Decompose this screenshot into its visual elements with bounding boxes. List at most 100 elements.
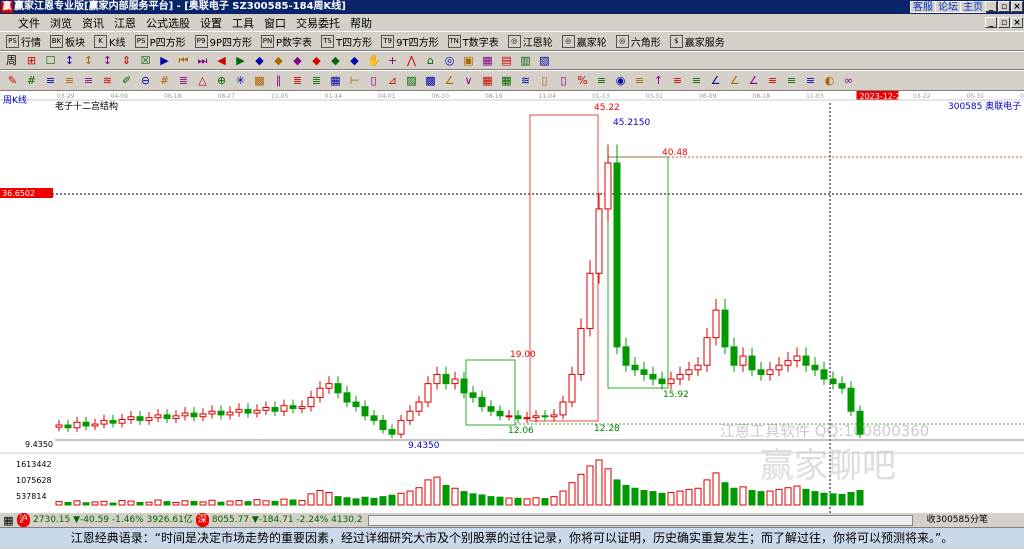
drawing-tool-icon[interactable]: # [158,74,171,87]
drawing-tool-icon[interactable]: ≡ [671,74,684,87]
period-dropdown[interactable]: 周 [6,54,17,67]
child-minimize-button[interactable]: _ [985,17,997,28]
tool-icon[interactable]: ▣ [462,54,475,67]
tool-icon[interactable]: ▥ [519,54,532,67]
drawing-tool-icon[interactable]: ≣ [310,74,323,87]
tool-icon[interactable]: ◆ [329,54,342,67]
restore-button[interactable]: ▫ [998,1,1010,12]
menu-item[interactable]: 文件 [18,15,40,31]
menu-item[interactable]: 设置 [200,15,222,31]
drawing-tool-icon[interactable]: ≡ [633,74,646,87]
tool-icon[interactable]: ↕ [101,54,114,67]
tool-icon[interactable]: ⊞ [25,54,38,67]
horizontal-scrollbar[interactable] [367,514,913,526]
drawing-tool-icon[interactable]: ∠ [709,74,722,87]
tick-data-label[interactable]: 收300585分笔 [927,513,988,527]
drawing-tool-icon[interactable]: ∠ [747,74,760,87]
tool-icon[interactable]: ◎ [443,54,456,67]
tool-icon[interactable]: ◆ [253,54,266,67]
toolbar-button[interactable]: ◎ 江恩轮 [507,34,553,49]
drawing-tool-icon[interactable]: ▩ [253,74,266,87]
drawing-tool-icon[interactable]: ∠ [728,74,741,87]
tool-icon[interactable]: ↕ [63,54,76,67]
service-link[interactable]: 客服 [910,1,936,13]
tool-icon[interactable]: + [386,54,399,67]
toolbar-button[interactable]: $ 赢家服务 [669,34,725,49]
toolbar-button[interactable]: T9 9T四方形 [381,34,439,49]
toolbar-button[interactable]: K K线 [94,34,126,49]
tool-icon[interactable]: ▶ [158,54,171,67]
tool-icon[interactable]: ⏮ [177,54,190,67]
toolbar-button[interactable]: TN T数字表 [447,34,499,49]
toolbar-button[interactable]: PN P数字表 [261,34,312,49]
forum-link[interactable]: 论坛 [935,1,961,13]
drawing-tool-icon[interactable]: ▦ [500,74,513,87]
drawing-tool-icon[interactable]: ⊕ [215,74,228,87]
toolbar-button[interactable]: BK 板块 [50,34,85,49]
drawing-tool-icon[interactable]: ∨ [462,74,475,87]
child-close-button[interactable]: × [1011,17,1023,28]
menu-item[interactable]: 公式选股 [146,15,190,31]
tool-icon[interactable]: ⌂ [424,54,437,67]
toolbar-button[interactable]: P9 9P四方形 [194,34,252,49]
drawing-tool-icon[interactable]: ≡ [785,74,798,87]
toolbar-button[interactable]: PS P四方形 [134,34,186,49]
drawing-tool-icon[interactable]: ◐ [823,74,836,87]
tool-icon[interactable]: ↕ [82,54,95,67]
drawing-tool-icon[interactable]: ✐ [120,74,133,87]
drawing-tool-icon[interactable]: ▯ [557,74,570,87]
tool-icon[interactable]: ◆ [310,54,323,67]
drawing-tool-icon[interactable]: ✳ [234,74,247,87]
drawing-tool-icon[interactable]: ≣ [291,74,304,87]
drawing-tool-icon[interactable]: ✎ [6,74,19,87]
menu-item[interactable]: 资讯 [82,15,104,31]
drawing-tool-icon[interactable]: ◉ [614,74,627,87]
drawing-tool-icon[interactable]: ∥ [272,74,285,87]
tool-icon[interactable]: ✋ [367,54,381,67]
drawing-tool-icon[interactable]: ↑ [652,74,665,87]
drawing-tool-icon[interactable]: ≡ [804,74,817,87]
menu-item[interactable]: 工具 [232,15,254,31]
home-link[interactable]: 主页 [960,1,986,13]
drawing-tool-icon[interactable]: ≡ [82,74,95,87]
drawing-tool-icon[interactable]: ⊿ [386,74,399,87]
drawing-tool-icon[interactable]: ▩ [424,74,437,87]
tool-icon[interactable]: ▶ [234,54,247,67]
minimize-button[interactable]: _ [985,1,997,12]
tool-icon[interactable]: ◀ [215,54,228,67]
close-button[interactable]: × [1011,1,1023,12]
drawing-tool-icon[interactable]: ▯ [367,74,380,87]
drawing-tool-icon[interactable]: ≡ [63,74,76,87]
menu-item[interactable]: 交易委托 [296,15,340,31]
tool-icon[interactable]: ▦ [481,54,494,67]
drawing-tool-icon[interactable]: ▯ [538,74,551,87]
tool-icon[interactable]: ◆ [348,54,361,67]
drawing-tool-icon[interactable]: ∞ [842,74,855,87]
drawing-tool-icon[interactable]: △ [196,74,209,87]
tool-icon[interactable]: ⇕ [120,54,133,67]
calculator-icon[interactable]: ▦ [2,514,15,527]
menu-item[interactable]: 帮助 [350,15,372,31]
menu-item[interactable]: 浏览 [50,15,72,31]
menu-item[interactable]: 江恩 [114,15,136,31]
toolbar-button[interactable]: ◎ 赢家轮 [561,34,607,49]
tool-icon[interactable]: ▧ [538,54,551,67]
chart-canvas[interactable]: 03-29 04-09 06-18 08-27 11-05 01-14 04-01 06-10… [0,91,1024,513]
drawing-tool-icon[interactable]: ≋ [101,74,114,87]
tool-icon[interactable]: ☒ [139,54,152,67]
kline-chart[interactable]: 03-29 04-09 06-18 08-27 11-05 01-14 04-01 06-10… [0,91,1024,513]
drawing-tool-icon[interactable]: ▦ [481,74,494,87]
drawing-tool-icon[interactable]: ⊖ [139,74,152,87]
drawing-tool-icon[interactable]: ▨ [405,74,418,87]
tool-icon[interactable]: ◆ [291,54,304,67]
drawing-tool-icon[interactable]: ≡ [690,74,703,87]
drawing-tool-icon[interactable]: ⊢ [348,74,361,87]
drawing-tool-icon[interactable]: ≡ [44,74,57,87]
drawing-tool-icon[interactable]: ∠ [443,74,456,87]
drawing-tool-icon[interactable]: ≣ [177,74,190,87]
drawing-tool-icon[interactable]: ≡ [595,74,608,87]
drawing-tool-icon[interactable]: % [576,74,589,87]
tool-icon[interactable]: ⏭ [196,54,209,67]
drawing-tool-icon[interactable]: ≡ [766,74,779,87]
toolbar-button[interactable]: TS T四方形 [321,34,372,49]
